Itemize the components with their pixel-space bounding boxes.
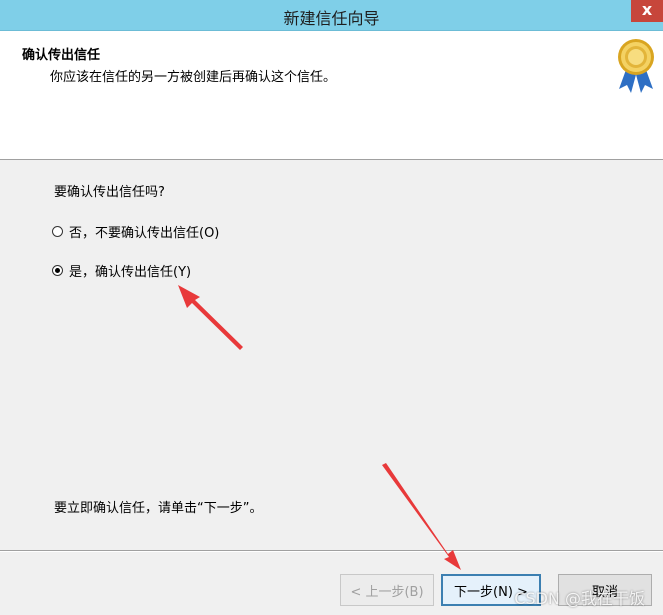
annotation-arrow-icon — [382, 463, 461, 570]
annotation-arrows — [178, 285, 461, 570]
annotation-arrow-icon — [178, 285, 243, 350]
